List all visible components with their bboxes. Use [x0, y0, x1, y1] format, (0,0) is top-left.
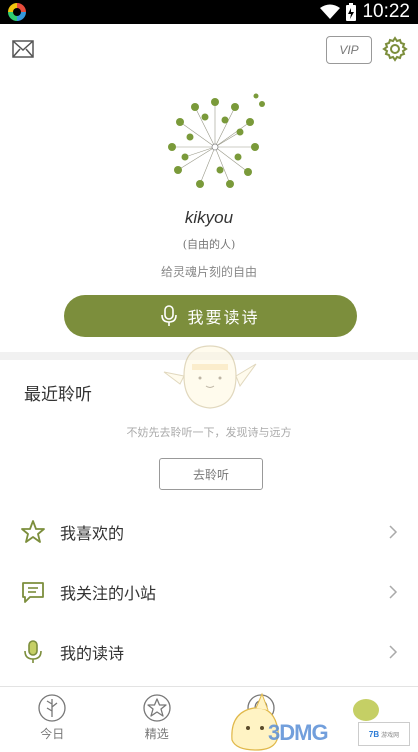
- profile-tagline: (自由的人): [182, 238, 236, 251]
- battery-icon: [346, 3, 357, 21]
- go-listen-button[interactable]: 去聆听: [159, 458, 263, 490]
- menu-item-favorites[interactable]: 我喜欢的: [0, 502, 418, 562]
- status-bar: 10:22: [0, 0, 418, 24]
- watermark-badge-number: 7B: [368, 729, 380, 739]
- menu-item-my-recitations[interactable]: 我的读诗: [0, 622, 418, 682]
- tab-label: 精选: [144, 727, 169, 741]
- tab-featured[interactable]: 精选: [105, 687, 210, 752]
- menu-item-label: 我喜欢的: [60, 524, 125, 543]
- tab-label: 今日: [40, 727, 65, 741]
- menu-item-label: 我的读诗: [60, 644, 125, 663]
- microphone-icon: [161, 305, 178, 326]
- top-bar: VIP: [0, 24, 418, 74]
- watermark-badge: 7B 游戏网: [358, 722, 410, 746]
- mail-icon[interactable]: [12, 40, 34, 58]
- tree-icon: [38, 694, 66, 722]
- tab-today[interactable]: 今日: [0, 687, 105, 752]
- recent-listening-empty-text: 不妨先去聆听一下，发现诗与远方: [126, 426, 292, 439]
- app-notification-icon: [8, 3, 26, 21]
- username: kikyou: [184, 208, 234, 227]
- chevron-right-icon: [389, 645, 398, 659]
- profile-bio: 给灵魂片刻的自由: [160, 265, 257, 279]
- gear-icon[interactable]: [382, 36, 408, 62]
- star-icon: [21, 520, 45, 543]
- watermark-badge-text: 游戏网: [381, 732, 400, 739]
- mascot-illustration: [163, 345, 257, 409]
- avatar[interactable]: [160, 92, 270, 192]
- star-badge-icon: [143, 694, 171, 722]
- watermark-text: 3DMG: [268, 720, 329, 745]
- microphone-icon: [24, 640, 42, 663]
- menu-item-followed-stations[interactable]: 我关注的小站: [0, 562, 418, 622]
- vip-button[interactable]: VIP: [326, 36, 372, 64]
- wifi-icon: [320, 4, 341, 19]
- chevron-right-icon: [389, 525, 398, 539]
- status-time: 10:22: [362, 1, 410, 22]
- recite-poem-button[interactable]: 我要读诗: [64, 295, 357, 337]
- chat-bubble-icon: [22, 582, 44, 603]
- recite-poem-label: 我要读诗: [187, 308, 260, 327]
- recent-listening-title: 最近聆听: [24, 385, 92, 405]
- menu-item-label: 我关注的小站: [60, 584, 157, 603]
- chevron-right-icon: [389, 585, 398, 599]
